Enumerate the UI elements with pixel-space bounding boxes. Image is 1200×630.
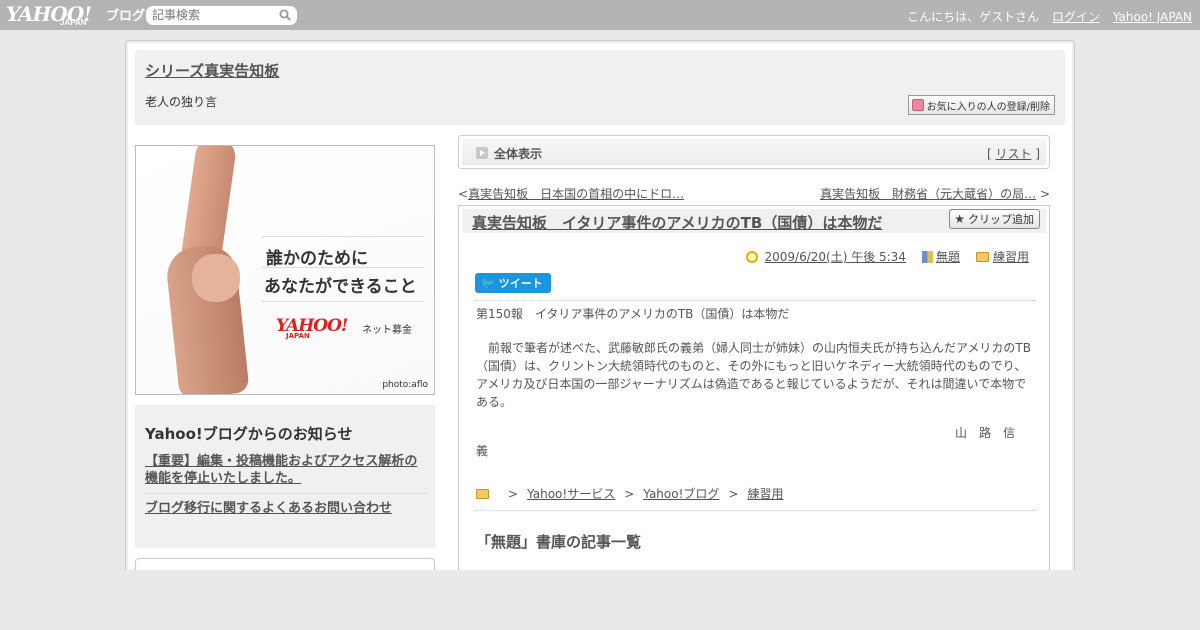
breadcrumb: > Yahoo!サービス > Yahoo!ブログ > 練習用 [476,485,783,502]
notice-item[interactable]: 【重要】編集・投稿機能およびアクセス解析の機能を停止いたしました。 [145,453,427,487]
previous-article-nav: <真実告知板 日本国の首相の中にドロ… [458,185,684,202]
view-all-title: 全体表示 [494,147,543,161]
donation-ad-banner[interactable]: 誰かのために あなたができること YAHOO! JAPAN ネット募金 phot… [135,145,435,395]
tweet-label: ツイート [498,277,543,290]
ad-headline-1: 誰かのために [266,249,368,269]
ad-divider [262,267,424,268]
breadcrumb-item[interactable]: 練習用 [747,485,783,502]
clock-icon [746,250,759,263]
breadcrumb-item[interactable]: Yahoo!サービス [527,485,615,502]
folder-icon [975,251,989,262]
blog-service-label: ブログ [106,8,146,23]
bracket-close: ] [1035,147,1040,161]
folder-icon [476,488,489,499]
archive-list-title: 「無題」書庫の記事一覧 [476,533,642,551]
notice-title: Yahoo!ブログからのお知らせ [145,425,353,443]
favorite-button-label: お気に入りの人の登録/削除 [926,101,1050,113]
next-arrow: > [1039,187,1050,201]
blog-description: 老人の独り言 [145,95,218,109]
ad-brand-sub: JAPAN [286,332,310,340]
prev-arrow: < [458,187,469,201]
article-title[interactable]: 真実告知板 イタリア事件のアメリカのTB（国債）は本物だ [472,212,882,233]
article-date-link[interactable]: 2009/6/20(土) 午後 5:34 [764,248,905,265]
notice-divider [145,493,427,494]
article-signature-line: 義 [476,444,489,458]
list-view-control: [ リスト ] [987,145,1040,162]
article-signature-line: 山 路 信 [954,426,1015,440]
star-icon: ★ [954,212,965,226]
login-link[interactable]: ログイン [1052,10,1100,24]
search-input[interactable] [152,8,272,22]
breadcrumb-item[interactable]: Yahoo!ブログ [643,485,719,502]
list-view-link[interactable]: リスト [995,147,1031,161]
ad-photo-credit: photo:aflo [382,380,428,390]
arrow-right-icon [476,147,488,159]
favorite-register-button[interactable]: お気に入りの人の登録/削除 [907,95,1055,115]
article-meta: 2009/6/20(土) 午後 5:34 無題 練習用 [746,248,1029,265]
notice-item[interactable]: ブログ移行に関するよくあるお問い合わせ [145,500,427,517]
blog-title[interactable]: シリーズ真実告知板 [145,60,279,81]
top-bar: YAHOO! JAPAN ブログ こんにちは、ゲストさん ログイン Yahoo!… [0,0,1200,30]
article-header: 真実告知板 イタリア事件のアメリカのTB（国債）は本物だ ★ クリップ追加 [462,209,1046,233]
ad-divider [262,236,424,237]
article-search-box [146,6,297,25]
ad-fist-image [192,254,240,302]
article-paragraph: 前報で筆者が述べた、武藤敏郎氏の義弟（婦人同士が姉妹）の山内恒夫氏が持ち込んだア… [476,341,1031,409]
next-article-link[interactable]: 真実告知板 財務省（元大蔵省）の局… [820,187,1036,201]
add-clip-label: クリップ追加 [968,213,1034,226]
search-icon[interactable] [279,9,291,21]
next-article-nav: 真実告知板 財務省（元大蔵省）の局… > [820,185,1050,202]
blog-header: シリーズ真実告知板 老人の独り言 お気に入りの人の登録/削除 [135,50,1065,125]
breadcrumb-separator: > [728,486,739,501]
folder-link[interactable]: 練習用 [993,248,1029,265]
ad-headline-2: あなたができること [264,277,417,297]
footer-band [0,570,1200,630]
twitter-bird-icon: 🐦 [481,276,495,290]
greeting-text: こんにちは、ゲストさん [907,10,1040,24]
previous-article-link[interactable]: 真実告知板 日本国の首相の中にドロ… [468,187,684,201]
breadcrumb-separator: > [508,486,519,501]
ad-service-name: ネット募金 [362,325,412,336]
yahoo-japan-link[interactable]: Yahoo! JAPAN [1113,10,1192,24]
ad-divider [262,301,424,302]
breadcrumb-separator: > [624,486,635,501]
yahoo-logo-sub: JAPAN [60,18,87,27]
article-panel: 真実告知板 イタリア事件のアメリカのTB（国債）は本物だ ★ クリップ追加 20… [458,205,1050,585]
dotted-divider [475,510,1035,511]
add-clip-button[interactable]: ★ クリップ追加 [949,209,1040,229]
view-all-header-inner: 全体表示 [ リスト ] [462,139,1046,165]
heart-icon [911,99,924,111]
dotted-divider [475,300,1035,301]
bracket-open: [ [986,147,992,161]
category-book-icon [921,250,933,263]
blog-notice-panel: Yahoo!ブログからのお知らせ 【重要】編集・投稿機能およびアクセス解析の機能… [135,405,435,548]
user-nav: こんにちは、ゲストさん ログイン Yahoo! JAPAN [898,8,1192,25]
category-link[interactable]: 無題 [936,248,960,265]
tweet-button[interactable]: 🐦 ツイート [475,273,551,293]
article-paragraph: 第150報 イタリア事件のアメリカのTB（国債）は本物だ [476,307,790,321]
view-all-header: 全体表示 [ リスト ] [458,135,1050,169]
